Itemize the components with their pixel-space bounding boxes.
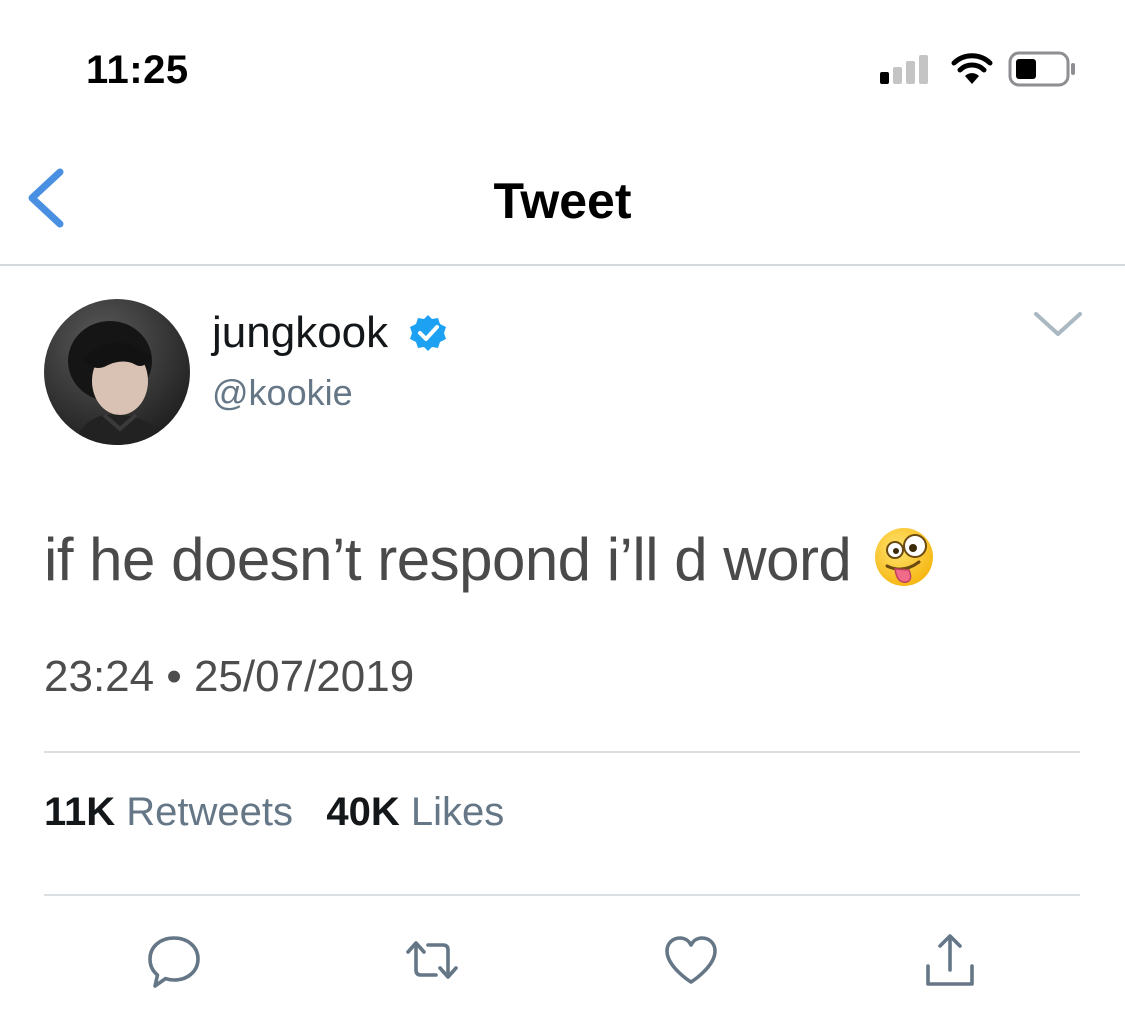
comment-icon[interactable] <box>144 930 204 990</box>
tweet-stats: 11K Retweets 40K Likes <box>44 790 504 835</box>
avatar[interactable] <box>44 299 190 445</box>
retweets-count[interactable]: 11K <box>44 790 115 834</box>
zany-face-icon <box>875 528 934 586</box>
divider <box>44 894 1080 896</box>
retweets-label[interactable]: Retweets <box>126 790 293 834</box>
tweet-text-row: if he doesn’t respond i’ll d word <box>44 525 935 594</box>
signal-bars-icon <box>880 54 934 84</box>
likes-count[interactable]: 40K <box>326 790 399 834</box>
author-name[interactable]: jungkook <box>212 308 388 358</box>
heart-icon[interactable] <box>661 930 721 990</box>
tweet-text: if he doesn’t respond i’ll d word <box>44 526 852 593</box>
divider <box>44 751 1080 753</box>
tweet-timestamp: 23:24 • 25/07/2019 <box>44 652 415 701</box>
wifi-icon <box>951 53 993 84</box>
chevron-down-icon[interactable] <box>1032 308 1084 340</box>
share-icon[interactable] <box>920 930 980 990</box>
verified-badge-icon <box>410 315 446 351</box>
battery-icon <box>1008 51 1075 87</box>
likes-label[interactable]: Likes <box>411 790 504 834</box>
page-title: Tweet <box>493 173 632 229</box>
status-time: 11:25 <box>86 48 189 92</box>
nav-divider <box>0 264 1125 266</box>
retweet-icon[interactable] <box>402 930 462 990</box>
author-handle[interactable]: @kookie <box>212 372 353 414</box>
